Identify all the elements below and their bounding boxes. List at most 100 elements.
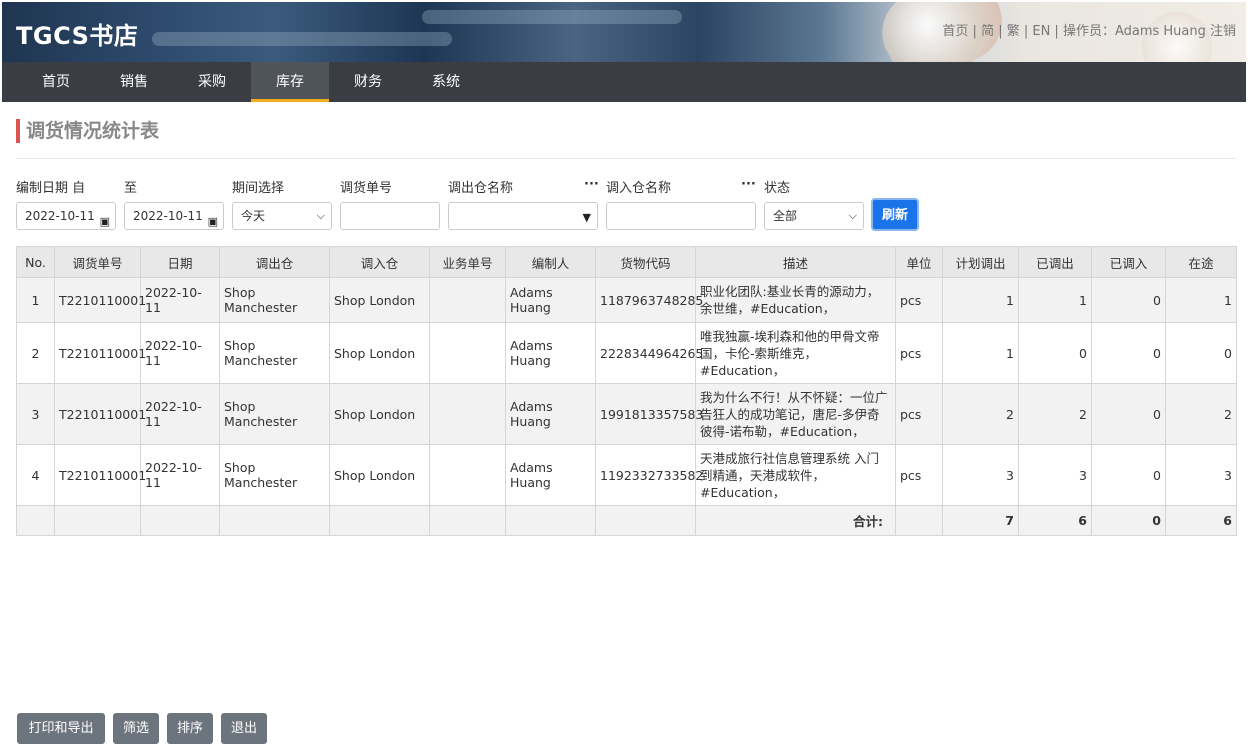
refresh-button[interactable]: 刷新 — [871, 198, 919, 231]
out-warehouse-select[interactable]: ▼ — [448, 202, 598, 230]
top-links[interactable]: 首页 | 简 | 繁 | EN | 操作员：Adams Huang 注销 — [942, 20, 1236, 39]
exit-button[interactable]: 退出 — [221, 713, 267, 744]
cell-in-transit: 1 — [1165, 277, 1237, 323]
in-warehouse-label: 调入仓名称 — [606, 181, 672, 196]
cell-transfer-no: T2210110001 — [54, 383, 146, 445]
cell-in-warehouse: Shop London — [329, 444, 430, 506]
in-warehouse-lookup-icon[interactable]: ··· — [741, 177, 756, 192]
cell-planned-out: 3 — [942, 444, 1019, 506]
cell-creator: Adams Huang — [505, 444, 596, 506]
nav-home[interactable]: 首页 — [17, 62, 95, 102]
calendar-icon[interactable]: ▣ — [100, 209, 110, 235]
col-header-out-warehouse[interactable]: 调出仓 — [219, 246, 330, 278]
cell-item-code: 1187963748285 — [595, 277, 703, 323]
cell-planned-out: 1 — [942, 277, 1019, 323]
cell-unit: pcs — [895, 444, 943, 506]
app-logo: TGCS书店 — [16, 22, 139, 50]
cell-date: 2022-10-11 — [140, 277, 220, 323]
col-header-item-code[interactable]: 货物代码 — [595, 246, 696, 278]
cell-transferred-out: 2 — [1018, 383, 1092, 445]
transfer-stats-table: No. 调货单号 日期 调出仓 调入仓 业务单号 编制人 货物代码 描述 单位 … — [16, 246, 1237, 536]
col-header-creator[interactable]: 编制人 — [505, 246, 596, 278]
total-planned-out: 7 — [942, 505, 1019, 536]
table-row[interactable]: 2 T2210110001 2022-10-11 Shop Manchester… — [16, 322, 1237, 384]
col-header-transfer-no[interactable]: 调货单号 — [54, 246, 141, 278]
col-header-no[interactable]: No. — [16, 246, 55, 278]
col-header-date[interactable]: 日期 — [140, 246, 220, 278]
cell-business-no — [429, 444, 506, 506]
cell-creator: Adams Huang — [505, 383, 596, 445]
total-transferred-out: 6 — [1018, 505, 1092, 536]
cell-description: 天港成旅行社信息管理系统 入门到精通，天港成软件，#Education， — [695, 444, 896, 506]
cell-out-warehouse: Shop Manchester — [219, 383, 330, 445]
cell-in-transit: 3 — [1165, 444, 1237, 506]
status-select[interactable]: 全部 ⌵ — [764, 202, 864, 230]
banner-decoration — [422, 10, 682, 24]
total-transferred-in: 0 — [1091, 505, 1166, 536]
nav-inventory[interactable]: 库存 — [251, 62, 329, 102]
divider — [16, 158, 1236, 159]
date-from-label: 编制日期 自 — [16, 181, 86, 196]
cell-date: 2022-10-11 — [140, 444, 220, 506]
print-export-button[interactable]: 打印和导出 — [17, 713, 105, 744]
total-cell-empty — [219, 505, 330, 536]
cell-planned-out: 1 — [942, 322, 1019, 384]
total-label: 合计: — [695, 505, 896, 536]
cell-date: 2022-10-11 — [140, 322, 220, 384]
cell-in-transit: 0 — [1165, 322, 1237, 384]
total-cell-empty — [140, 505, 220, 536]
total-cell-empty — [54, 505, 141, 536]
in-warehouse-input[interactable] — [606, 202, 756, 230]
date-from-input[interactable]: 2022-10-11 ▣ — [16, 202, 116, 230]
cell-unit: pcs — [895, 383, 943, 445]
period-select[interactable]: 今天 ⌵ — [232, 202, 332, 230]
col-header-description[interactable]: 描述 — [695, 246, 896, 278]
page-title: 调货情况统计表 — [16, 119, 159, 143]
cell-out-warehouse: Shop Manchester — [219, 277, 330, 323]
transfer-no-input[interactable] — [340, 202, 440, 230]
main-nav: 首页 销售 采购 库存 财务 系统 — [2, 62, 1246, 102]
date-from-value: 2022-10-11 — [25, 209, 95, 223]
cell-transfer-no: T2210110001 — [54, 444, 146, 506]
col-header-in-transit[interactable]: 在途 — [1165, 246, 1237, 278]
col-header-planned-out[interactable]: 计划调出 — [942, 246, 1019, 278]
col-header-unit[interactable]: 单位 — [895, 246, 943, 278]
col-header-business-no[interactable]: 业务单号 — [429, 246, 506, 278]
cell-business-no — [429, 383, 506, 445]
table-row[interactable]: 1 T2210110001 2022-10-11 Shop Manchester… — [16, 277, 1237, 323]
total-cell-empty — [16, 505, 55, 536]
cell-transfer-no: T2210110001 — [54, 277, 146, 323]
status-label: 状态 — [764, 181, 791, 196]
cell-transferred-in: 0 — [1091, 322, 1166, 384]
nav-purchase[interactable]: 采购 — [173, 62, 251, 102]
out-warehouse-lookup-icon[interactable]: ··· — [584, 177, 599, 192]
nav-system[interactable]: 系统 — [407, 62, 485, 102]
col-header-in-warehouse[interactable]: 调入仓 — [329, 246, 430, 278]
col-header-transferred-in[interactable]: 已调入 — [1091, 246, 1166, 278]
table-row[interactable]: 3 T2210110001 2022-10-11 Shop Manchester… — [16, 383, 1237, 445]
total-in-transit: 6 — [1165, 505, 1237, 536]
cell-unit: pcs — [895, 322, 943, 384]
total-cell-empty — [895, 505, 943, 536]
sort-button[interactable]: 排序 — [167, 713, 213, 744]
calendar-icon[interactable]: ▣ — [208, 209, 218, 235]
date-to-input[interactable]: 2022-10-11 ▣ — [124, 202, 224, 230]
cell-in-warehouse: Shop London — [329, 322, 430, 384]
nav-finance[interactable]: 财务 — [329, 62, 407, 102]
table-total-row: 合计: 7 6 0 6 — [16, 505, 1237, 536]
cell-date: 2022-10-11 — [140, 383, 220, 445]
col-header-transferred-out[interactable]: 已调出 — [1018, 246, 1092, 278]
caret-down-icon: ▼ — [582, 211, 591, 224]
cell-transferred-in: 0 — [1091, 444, 1166, 506]
total-cell-empty — [429, 505, 506, 536]
table-row[interactable]: 4 T2210110001 2022-10-11 Shop Manchester… — [16, 444, 1237, 506]
nav-sales[interactable]: 销售 — [95, 62, 173, 102]
cell-item-code: 1192332733582 — [595, 444, 703, 506]
cell-description: 我为什么不行！从不怀疑：一位广告狂人的成功笔记，唐尼-多伊奇 彼得-诺布勒，#E… — [695, 383, 896, 445]
status-value: 全部 — [773, 209, 798, 223]
date-to-value: 2022-10-11 — [133, 209, 203, 223]
filter-button[interactable]: 筛选 — [113, 713, 159, 744]
cell-no: 1 — [16, 277, 55, 323]
cell-in-warehouse: Shop London — [329, 383, 430, 445]
cell-no: 3 — [16, 383, 55, 445]
